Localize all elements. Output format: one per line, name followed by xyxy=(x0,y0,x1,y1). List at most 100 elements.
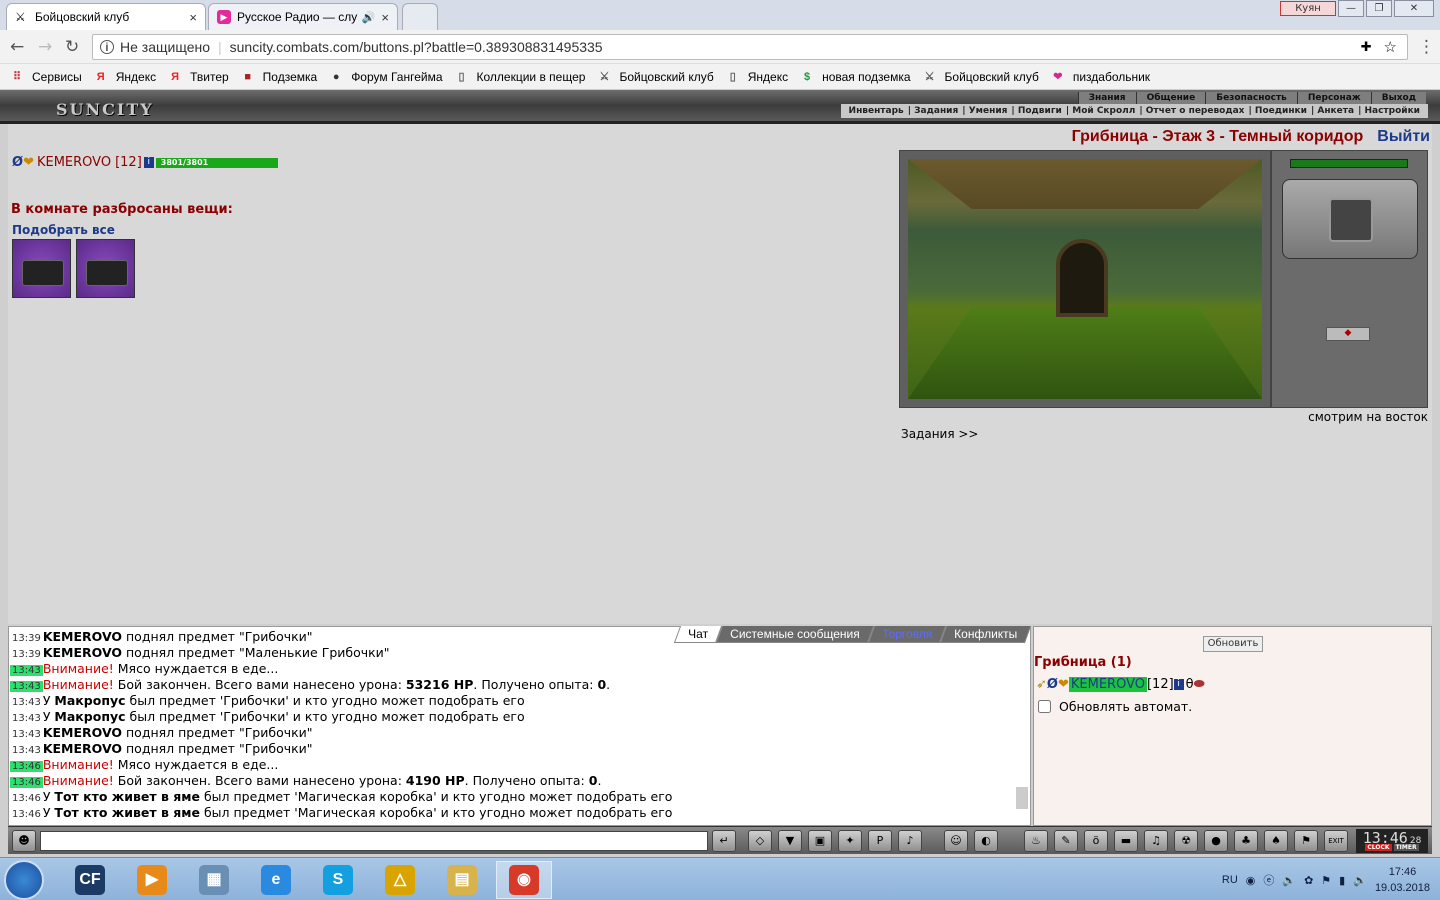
smile-icon[interactable]: ☺ xyxy=(944,830,968,852)
potion-icon[interactable]: ♨ xyxy=(1024,830,1048,852)
helmet-icon[interactable]: ◐ xyxy=(974,830,998,852)
direction-pad[interactable] xyxy=(1282,179,1418,259)
filter-icon[interactable]: ▼ xyxy=(778,830,802,852)
magic-box-item[interactable] xyxy=(12,239,71,298)
chat-timestamp[interactable]: 13:46 xyxy=(10,777,43,788)
bookmark-item[interactable]: ▯ Коллекции в пещер xyxy=(455,70,585,84)
sound-icon[interactable]: ♪ xyxy=(898,830,922,852)
profile-badge[interactable]: Куян xyxy=(1280,1,1336,16)
room-user-name[interactable]: KEMEROVO xyxy=(1068,677,1147,692)
bookmark-item[interactable]: ⠿ Сервисы xyxy=(10,70,82,84)
menu-bottom-item[interactable]: Задания xyxy=(908,104,963,118)
url-text[interactable]: suncity.combats.com/buttons.pl?battle=0.… xyxy=(230,39,603,55)
chest-icon[interactable]: ▬ xyxy=(1114,830,1138,852)
chat-emphasis[interactable]: KEMEROVO xyxy=(43,629,122,644)
taskbar-app[interactable]: S xyxy=(310,861,366,899)
chat-emphasis[interactable]: Макропус xyxy=(54,693,125,708)
bookmark-item[interactable]: ⚔ Бойцовский клуб xyxy=(597,70,714,84)
new-tab-button[interactable] xyxy=(402,3,438,30)
tab-combats[interactable]: ⚔ Бойцовский клуб × xyxy=(6,3,206,30)
chat-emphasis[interactable]: Тот кто живет в яме xyxy=(54,805,200,820)
chat-scrollbar[interactable] xyxy=(1016,787,1028,809)
pick-all-link[interactable]: Подобрать все xyxy=(12,223,115,237)
bookmark-item[interactable]: ❤ пиздабольник xyxy=(1051,70,1150,84)
tray-clock[interactable]: 17:46 19.03.2018 xyxy=(1375,864,1430,896)
private-filter-icon[interactable]: P xyxy=(868,830,892,852)
menu-bottom-item[interactable]: Мой Скролл xyxy=(1066,104,1140,118)
menu-top-item[interactable]: Знания xyxy=(1077,92,1136,104)
save-log-icon[interactable]: ▣ xyxy=(808,830,832,852)
quest-icon[interactable]: ⚑ xyxy=(1294,830,1318,852)
start-windows-icon[interactable] xyxy=(4,860,44,900)
map-scroll-icon[interactable]: ♫ xyxy=(1144,830,1168,852)
chat-timestamp[interactable]: 13:43 xyxy=(10,697,43,708)
speaker-icon[interactable]: 🔊 xyxy=(362,11,376,24)
taskbar-app[interactable]: ▶ xyxy=(124,861,180,899)
chat-emphasis[interactable]: 4190 HP xyxy=(406,773,465,788)
user-info-icon[interactable]: i xyxy=(1173,679,1184,690)
fighter-icon[interactable]: ✦ xyxy=(838,830,862,852)
bookmark-item[interactable]: ■ Подземка xyxy=(241,70,317,84)
chat-timestamp[interactable]: 13:39 xyxy=(10,649,43,660)
tab-close-icon[interactable]: × xyxy=(381,10,389,25)
chat-timestamp[interactable]: 13:46 xyxy=(10,809,43,820)
taskbar-app[interactable]: ▤ xyxy=(434,861,490,899)
tab-trade[interactable]: Торговля xyxy=(867,626,946,643)
auto-update-checkbox[interactable] xyxy=(1038,700,1051,713)
network-icon[interactable]: ▮ xyxy=(1339,874,1345,887)
taskbar-app[interactable]: ◉ xyxy=(496,861,552,899)
star-icon[interactable]: ☆ xyxy=(1384,38,1397,56)
bag-icon[interactable]: ö xyxy=(1084,830,1108,852)
bookmark-item[interactable]: ▯ Яндекс xyxy=(726,70,788,84)
extension-icon[interactable]: ✚ xyxy=(1361,39,1372,55)
bookmark-item[interactable]: Я Яндекс xyxy=(94,70,156,84)
menu-bottom-item[interactable]: Подвиги xyxy=(1011,104,1065,118)
chat-emphasis[interactable]: Тот кто живет в яме xyxy=(54,789,200,804)
tab-conflicts[interactable]: Конфликты xyxy=(939,626,1032,643)
chat-emphasis[interactable]: 0 xyxy=(597,677,606,692)
chat-timestamp[interactable]: 13:43 xyxy=(10,729,43,740)
party-icon[interactable]: ♠ xyxy=(1264,830,1288,852)
menu-top-item[interactable]: Выход xyxy=(1370,92,1426,104)
menu-top-item[interactable]: Безопасность xyxy=(1205,92,1297,104)
chat-timestamp[interactable]: 13:43 xyxy=(10,665,43,676)
mask-icon[interactable]: ☢ xyxy=(1174,830,1198,852)
send-icon[interactable]: ↵ xyxy=(712,830,736,852)
forward-icon[interactable]: → xyxy=(38,37,52,57)
menu-bottom-item[interactable]: Настройки xyxy=(1358,104,1424,118)
volume-tray-icon[interactable]: 🔈 xyxy=(1282,874,1296,887)
restore-icon[interactable]: ❐ xyxy=(1366,0,1392,17)
group-icon[interactable]: ♣ xyxy=(1234,830,1258,852)
tab-system-messages[interactable]: Системные сообщения xyxy=(716,626,874,643)
language-indicator[interactable]: RU xyxy=(1222,874,1238,886)
chrome-tray-icon[interactable]: ◉ xyxy=(1246,874,1256,887)
exit-link[interactable]: Выйти xyxy=(1377,128,1430,145)
taskbar-app[interactable]: e xyxy=(248,861,304,899)
orb-icon[interactable]: ● xyxy=(1204,830,1228,852)
menu-bottom-item[interactable]: Инвентарь xyxy=(845,104,908,118)
minimize-icon[interactable]: — xyxy=(1338,0,1364,17)
bookmark-item[interactable]: $ новая подземка xyxy=(800,70,911,84)
back-icon[interactable]: ← xyxy=(10,37,24,57)
refresh-button[interactable]: Обновить xyxy=(1203,636,1263,652)
taskbar-app[interactable]: ▦ xyxy=(186,861,242,899)
chat-timestamp[interactable]: 13:46 xyxy=(10,761,43,772)
tab-close-icon[interactable]: × xyxy=(189,10,197,25)
chat-emphasis[interactable]: Макропус xyxy=(54,709,125,724)
tab-radio[interactable]: ▶ Русское Радио — слу 🔊 × xyxy=(208,3,398,30)
menu-bottom-item[interactable]: Поединки xyxy=(1249,104,1311,118)
player-info-icon[interactable]: i xyxy=(143,157,154,168)
chat-input[interactable] xyxy=(40,831,708,851)
scroll-icon[interactable]: ✎ xyxy=(1054,830,1078,852)
info-icon[interactable]: i xyxy=(100,40,114,54)
taskbar-app[interactable]: △ xyxy=(372,861,428,899)
private-message-icon[interactable]: ➶ xyxy=(1036,677,1047,692)
chat-emphasis[interactable]: KEMEROVO xyxy=(43,741,122,756)
bookmark-item[interactable]: ● Форум Гангейма xyxy=(329,70,443,84)
exit-game-icon[interactable]: EXIT xyxy=(1324,830,1348,852)
chat-timestamp[interactable]: 13:43 xyxy=(10,681,43,692)
tasks-link[interactable]: Задания >> xyxy=(901,427,978,441)
menu-top-item[interactable]: Общение xyxy=(1135,92,1206,104)
chat-timestamp[interactable]: 13:39 xyxy=(10,633,43,644)
smiley-face-icon[interactable]: ☻ xyxy=(12,830,36,852)
